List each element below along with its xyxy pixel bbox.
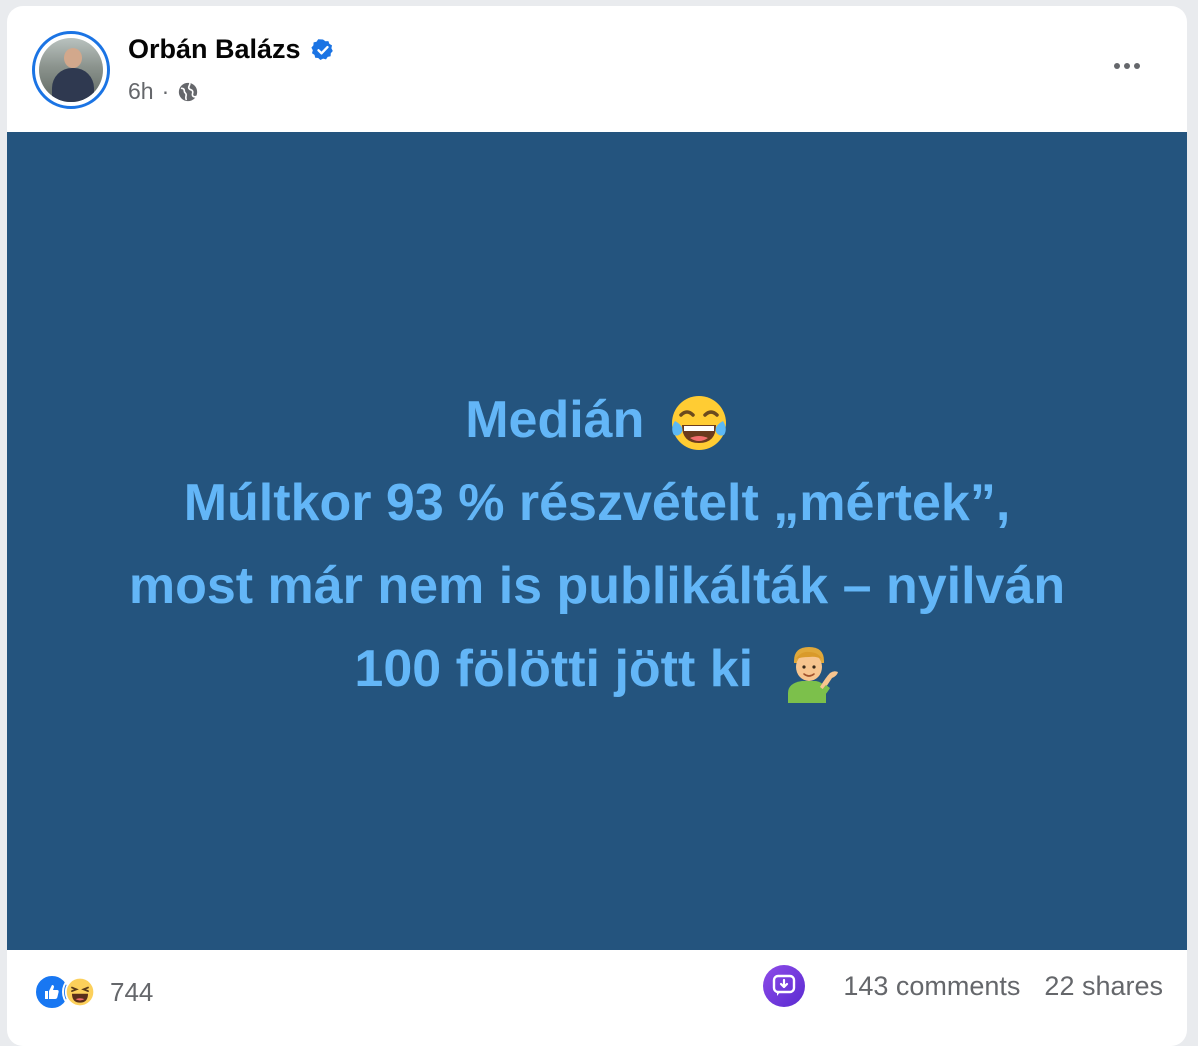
text-line-4: 100 fölötti jött ki [129,628,1065,711]
globe-icon[interactable] [177,81,199,103]
text-line-1: Medián [129,379,1065,462]
post-text: Medián Múltkor 93 % részvételt „mértek”,… [129,379,1065,711]
post-header: Orbán Balázs 6h · [7,6,1187,132]
author-name[interactable]: Orbán Balázs [128,34,301,65]
post-meta: 6h · [128,78,199,105]
reaction-count: 744 [110,976,154,1007]
shares-count[interactable]: 22 shares [1044,971,1163,1002]
haha-icon [62,974,98,1010]
post-time[interactable]: 6h [128,78,154,105]
meta-separator: · [161,78,170,104]
author-row: Orbán Balázs [128,34,335,65]
post-card: Orbán Balázs 6h · Medián Múltkor 93 % ré… [7,6,1187,1046]
man-tipping-hand-emoji [787,647,838,704]
face-with-tears-of-joy-emoji [671,396,726,451]
engagement-stats: 143 comments 22 shares [763,965,1163,1007]
reactions-summary[interactable]: 744 [34,972,153,1012]
messenger-share-icon[interactable] [763,965,806,1007]
more-options-icon[interactable] [1103,54,1151,78]
verified-badge-icon [310,38,333,60]
profile-photo [39,38,103,102]
avatar[interactable] [32,31,110,109]
post-image[interactable]: Medián Múltkor 93 % részvételt „mértek”,… [7,132,1187,950]
post-footer: 744 143 comments 22 shares [7,950,1187,1040]
text-line-3: most már nem is publikálták – nyilván [128,557,1066,615]
comments-count[interactable]: 143 comments [843,971,1020,1002]
text-line-2: Múltkor 93 % részvételt „mértek”, [183,474,1011,532]
